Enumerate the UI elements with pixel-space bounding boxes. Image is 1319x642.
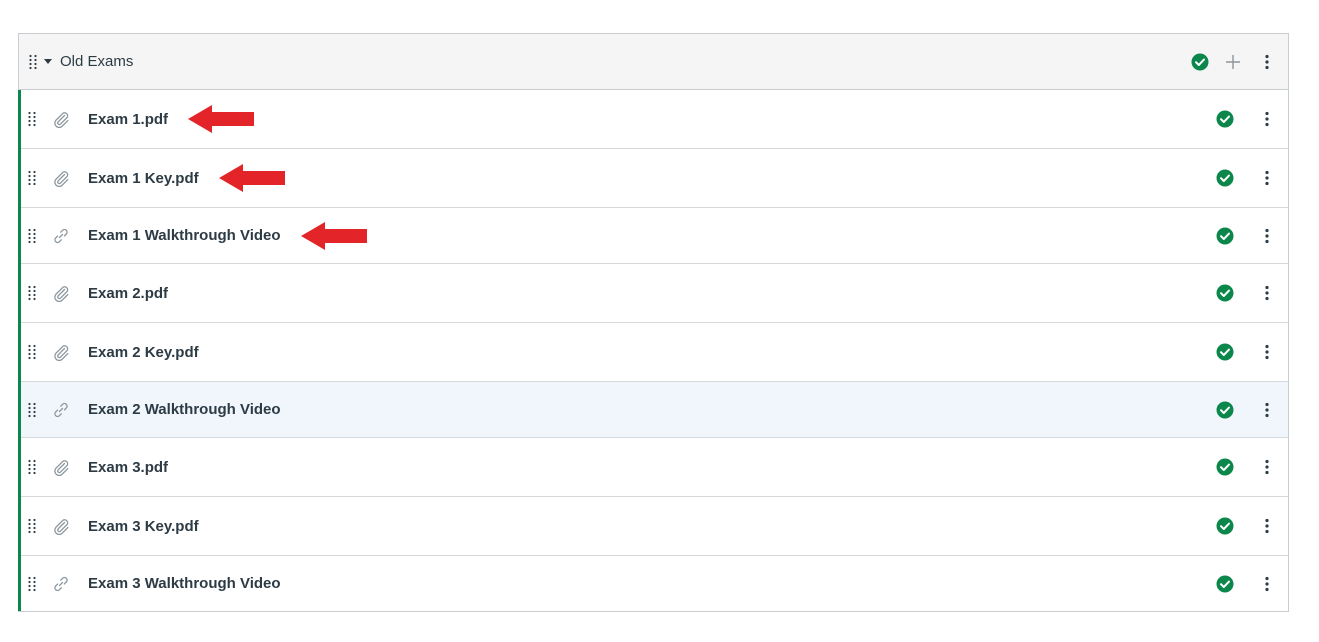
published-indicator-bar — [18, 556, 21, 611]
drag-handle-icon[interactable] — [28, 285, 36, 301]
drag-handle-icon[interactable] — [28, 228, 36, 244]
item-options-kebab-icon[interactable] — [1264, 576, 1270, 592]
item-options-kebab-icon[interactable] — [1264, 170, 1270, 186]
published-check-icon[interactable] — [1216, 458, 1234, 476]
module-item-title[interactable]: Exam 2 Walkthrough Video — [88, 401, 281, 418]
link-icon — [52, 227, 70, 245]
drag-handle-icon[interactable] — [28, 111, 36, 127]
published-check-icon[interactable] — [1216, 284, 1234, 302]
paperclip-icon — [52, 458, 70, 476]
red-annotation-arrow — [218, 163, 285, 193]
module-title: Old Exams — [60, 53, 134, 70]
item-options-kebab-icon[interactable] — [1264, 518, 1270, 534]
red-annotation-arrow — [188, 104, 255, 134]
drag-handle-icon[interactable] — [28, 170, 36, 186]
module-item-row[interactable]: Exam 3 Walkthrough Video — [18, 556, 1288, 611]
paperclip-icon — [52, 284, 70, 302]
module-item-row[interactable]: Exam 2.pdf — [18, 264, 1288, 323]
published-indicator-bar — [18, 382, 21, 438]
module-item-title[interactable]: Exam 1 Walkthrough Video — [88, 227, 281, 244]
module-item-row[interactable]: Exam 2 Key.pdf — [18, 323, 1288, 382]
module-item-row[interactable]: Exam 1 Key.pdf — [18, 149, 1288, 208]
module-item-actions — [1216, 323, 1288, 381]
collapse-caret-icon[interactable] — [44, 58, 52, 66]
link-icon — [52, 575, 70, 593]
published-check-icon[interactable] — [1191, 53, 1209, 71]
item-options-kebab-icon[interactable] — [1264, 285, 1270, 301]
published-check-icon[interactable] — [1216, 343, 1234, 361]
module-item-title[interactable]: Exam 2.pdf — [88, 285, 168, 302]
link-icon — [52, 401, 70, 419]
item-options-kebab-icon[interactable] — [1264, 111, 1270, 127]
module-item-title[interactable]: Exam 3.pdf — [88, 459, 168, 476]
paperclip-icon — [52, 343, 70, 361]
paperclip-icon — [52, 517, 70, 535]
module-item-row[interactable]: Exam 2 Walkthrough Video — [18, 382, 1288, 438]
drag-handle-icon[interactable] — [28, 518, 36, 534]
published-indicator-bar — [18, 438, 21, 497]
module-item-title[interactable]: Exam 3 Key.pdf — [88, 518, 199, 535]
published-indicator-bar — [18, 264, 21, 323]
item-options-kebab-icon[interactable] — [1264, 344, 1270, 360]
module-item-row[interactable]: Exam 3 Key.pdf — [18, 497, 1288, 556]
module-item-actions — [1216, 90, 1288, 148]
paperclip-icon — [52, 110, 70, 128]
published-indicator-bar — [18, 149, 21, 208]
published-indicator-bar — [18, 323, 21, 382]
published-check-icon[interactable] — [1216, 169, 1234, 187]
published-check-icon[interactable] — [1216, 110, 1234, 128]
paperclip-icon — [52, 169, 70, 187]
module-item-actions — [1216, 208, 1288, 263]
module-item-actions — [1216, 556, 1288, 611]
item-options-kebab-icon[interactable] — [1264, 459, 1270, 475]
drag-handle-icon[interactable] — [28, 402, 36, 418]
drag-handle-icon[interactable] — [28, 576, 36, 592]
module-item-title[interactable]: Exam 2 Key.pdf — [88, 344, 199, 361]
module-item-row[interactable]: Exam 1 Walkthrough Video — [18, 208, 1288, 264]
module-header[interactable]: Old Exams — [19, 34, 1288, 90]
module-items-list: Exam 1.pdf Exam 1 Key.pdf Exam 1 Walkthrou… — [18, 90, 1288, 611]
item-options-kebab-icon[interactable] — [1264, 228, 1270, 244]
module-item-actions — [1216, 264, 1288, 322]
published-indicator-bar — [18, 497, 21, 556]
module-item-title[interactable]: Exam 3 Walkthrough Video — [88, 575, 281, 592]
module-item-title[interactable]: Exam 1.pdf — [88, 111, 168, 128]
module-item-row[interactable]: Exam 3.pdf — [18, 438, 1288, 497]
drag-handle-icon[interactable] — [29, 54, 37, 70]
module-item-actions — [1216, 382, 1288, 437]
drag-handle-icon[interactable] — [28, 459, 36, 475]
drag-handle-icon[interactable] — [28, 344, 36, 360]
module-header-actions — [1191, 34, 1288, 89]
module-item-title[interactable]: Exam 1 Key.pdf — [88, 170, 199, 187]
module-item-actions — [1216, 149, 1288, 207]
published-check-icon[interactable] — [1216, 401, 1234, 419]
add-item-plus-icon[interactable] — [1225, 54, 1241, 70]
published-check-icon[interactable] — [1216, 517, 1234, 535]
published-check-icon[interactable] — [1216, 575, 1234, 593]
red-annotation-arrow — [300, 221, 367, 251]
item-options-kebab-icon[interactable] — [1264, 402, 1270, 418]
module-options-kebab-icon[interactable] — [1264, 54, 1270, 70]
module-item-actions — [1216, 438, 1288, 496]
published-check-icon[interactable] — [1216, 227, 1234, 245]
published-indicator-bar — [18, 90, 21, 149]
module-item-actions — [1216, 497, 1288, 555]
published-indicator-bar — [18, 208, 21, 264]
